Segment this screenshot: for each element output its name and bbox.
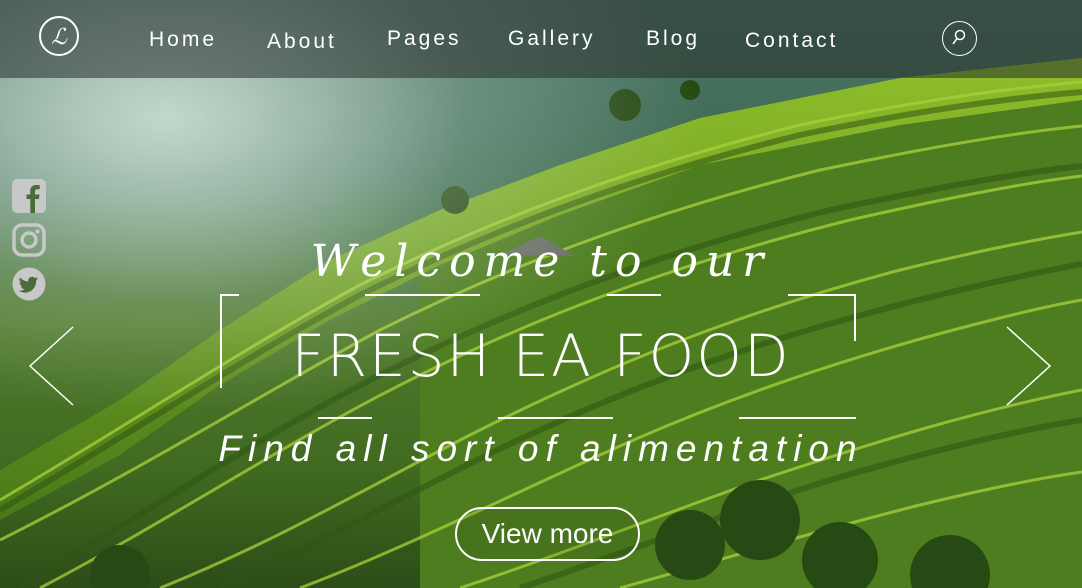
facebook-icon [12,179,46,213]
frame-line-bottom-1 [318,417,372,419]
frame-line-bottom-3 [739,417,856,419]
facebook-link[interactable] [12,179,46,213]
welcome-heading: Welcome to our [310,236,772,287]
hero-slide: ℒ Home About Pages Gallery Blog Contact [0,0,1082,588]
search-icon [952,29,966,45]
frame-line-top-1 [365,294,480,296]
view-more-button[interactable]: View more [455,507,640,561]
brand-logo[interactable]: ℒ [39,16,79,56]
top-navbar: ℒ Home About Pages Gallery Blog Contact [0,0,1082,78]
hero-headline: FRESH EA FOOD [291,322,791,390]
nav-gallery[interactable]: Gallery [508,27,596,51]
hero-tagline: Find all sort of alimentation [218,428,864,469]
frame-line-bottom-2 [498,417,613,419]
nav-about[interactable]: About [267,30,337,54]
frame-line-top-2 [607,294,661,296]
nav-pages[interactable]: Pages [387,27,462,51]
nav-home[interactable]: Home [149,28,217,52]
nav-blog[interactable]: Blog [646,27,700,51]
search-button[interactable] [942,21,977,56]
rice-terrace-background [0,0,1082,588]
nav-contact[interactable]: Contact [745,29,838,53]
frame-line-top-left [220,294,239,296]
frame-line-top-right [788,294,856,296]
